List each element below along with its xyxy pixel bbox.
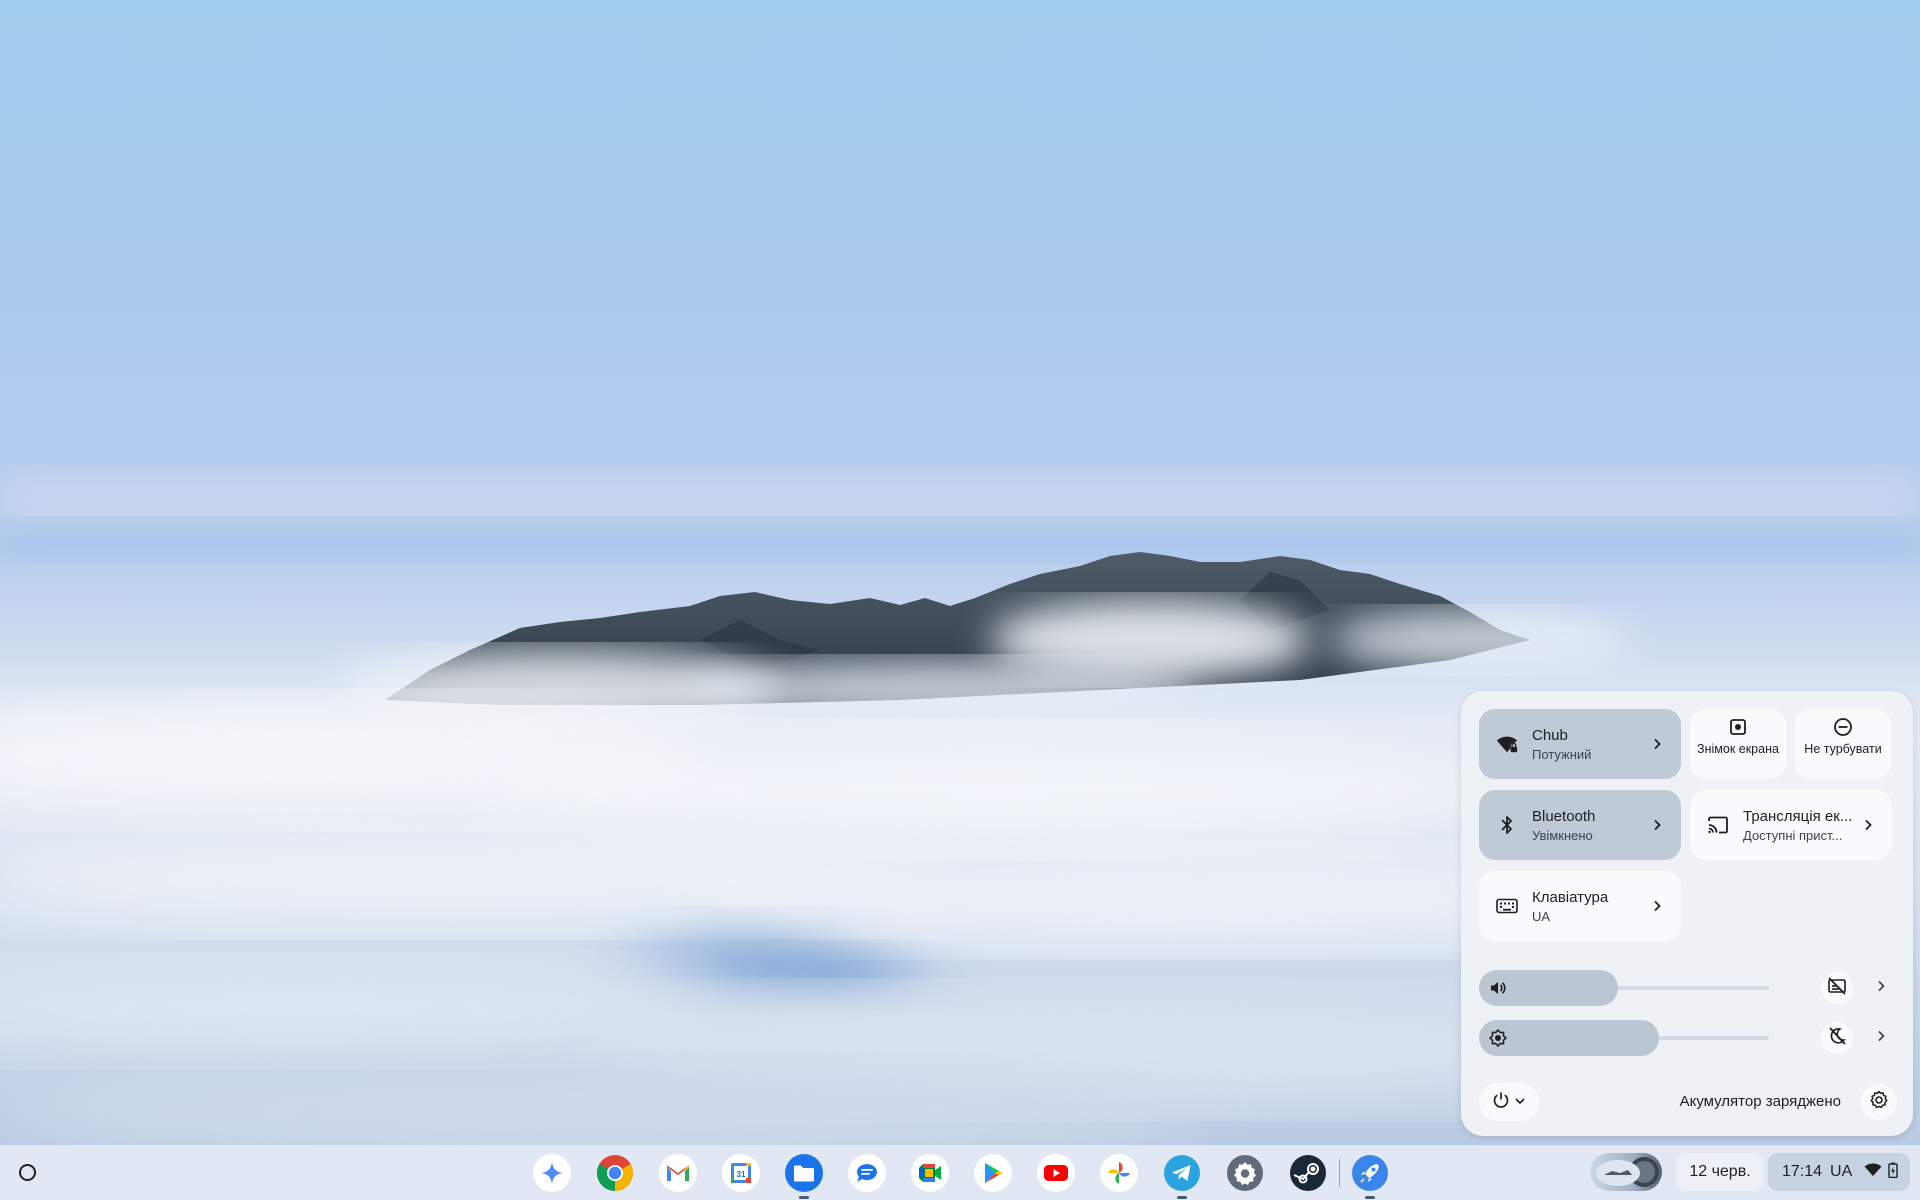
network-tile[interactable]: Chub Потужний xyxy=(1479,709,1681,779)
app-gemini[interactable] xyxy=(532,1153,572,1193)
chevron-right-icon xyxy=(1647,734,1667,754)
app-meet[interactable] xyxy=(910,1153,950,1193)
clock-label: 17:14 xyxy=(1782,1163,1823,1180)
night-light-toggle[interactable] xyxy=(1821,1022,1853,1054)
volume-icon xyxy=(1488,978,1508,998)
chrome-icon xyxy=(596,1155,634,1191)
wifi-lock-icon xyxy=(1495,732,1519,756)
gmail-icon xyxy=(659,1154,697,1192)
cast-icon xyxy=(1706,813,1730,837)
screenshot-tile[interactable]: Знімок екрана xyxy=(1690,709,1786,779)
messages-icon xyxy=(848,1154,886,1192)
volume-fill xyxy=(1479,970,1618,1006)
keyboard-icon xyxy=(1495,894,1519,918)
do-not-disturb-tile[interactable]: Не турбувати xyxy=(1795,709,1891,779)
photos-icon xyxy=(1100,1154,1138,1192)
brightness-fill xyxy=(1479,1020,1659,1056)
audio-settings-button[interactable] xyxy=(1869,976,1893,1000)
shelf: 31 12 черв. 17:14 UA xyxy=(0,1145,1920,1200)
app-chrome[interactable] xyxy=(595,1153,635,1193)
bluetooth-icon xyxy=(1495,813,1519,837)
chevron-right-icon xyxy=(1647,896,1667,916)
screen-capture-icon xyxy=(1728,717,1748,737)
files-icon xyxy=(785,1154,823,1192)
gemini-icon xyxy=(533,1154,571,1192)
running-indicator xyxy=(799,1196,809,1199)
display-settings-button[interactable] xyxy=(1869,1026,1893,1050)
app-telegram[interactable] xyxy=(1162,1153,1202,1199)
holding-space-preview xyxy=(1596,1157,1659,1187)
power-menu-button[interactable] xyxy=(1479,1083,1539,1121)
cast-tile[interactable]: Трансляція ек... Доступні прист... xyxy=(1690,790,1892,860)
night-light-off-icon xyxy=(1827,1026,1847,1051)
rocket-icon xyxy=(1352,1155,1388,1191)
app-calendar[interactable]: 31 xyxy=(721,1153,761,1193)
captions-toggle[interactable] xyxy=(1821,972,1853,1004)
date-button[interactable]: 12 черв. xyxy=(1676,1153,1764,1191)
keyboard-name: Клавіатура xyxy=(1532,889,1609,906)
bluetooth-status: Увімкнено xyxy=(1532,828,1593,843)
bluetooth-tile[interactable]: Bluetooth Увімкнено xyxy=(1479,790,1681,860)
chevron-down-icon xyxy=(1514,1093,1526,1111)
battery-icon xyxy=(1888,1162,1898,1183)
calendar-day-label: 31 xyxy=(737,1170,746,1179)
youtube-icon xyxy=(1037,1154,1075,1192)
calendar-icon: 31 xyxy=(722,1154,760,1192)
app-files[interactable] xyxy=(784,1153,824,1199)
status-area-button[interactable]: 17:14 UA xyxy=(1768,1153,1910,1191)
bluetooth-name: Bluetooth xyxy=(1532,808,1596,825)
cast-name: Трансляція ек... xyxy=(1743,808,1853,825)
battery-status: Акумулятор заряджено xyxy=(1679,1093,1841,1110)
brightness-slider[interactable] xyxy=(1479,1020,1769,1056)
wifi-icon xyxy=(1864,1163,1882,1182)
volume-slider[interactable] xyxy=(1479,970,1769,1006)
app-settings[interactable] xyxy=(1225,1153,1265,1193)
dnd-label: Не турбувати xyxy=(1804,742,1882,756)
app-steam[interactable] xyxy=(1288,1153,1328,1193)
date-label: 12 черв. xyxy=(1689,1163,1751,1180)
quick-settings-panel: Chub Потужний Знімок екрана Не турбувати xyxy=(1461,691,1913,1136)
brightness-row xyxy=(1479,1020,1899,1056)
keyboard-layout: UA xyxy=(1532,909,1551,924)
play-store-icon xyxy=(974,1154,1012,1192)
app-rocket[interactable] xyxy=(1350,1153,1390,1199)
settings-app-icon xyxy=(1227,1155,1263,1191)
launcher-icon xyxy=(18,1163,36,1181)
chevron-right-icon xyxy=(1647,815,1667,835)
app-photos[interactable] xyxy=(1099,1153,1139,1193)
launcher-button[interactable] xyxy=(14,1159,40,1185)
input-method-label: UA xyxy=(1830,1163,1853,1180)
screenshot-label: Знімок екрана xyxy=(1697,742,1779,756)
shelf-separator xyxy=(1339,1159,1340,1187)
power-icon xyxy=(1492,1091,1510,1114)
brightness-icon xyxy=(1488,1028,1508,1048)
running-indicator xyxy=(1365,1196,1375,1199)
telegram-icon xyxy=(1164,1155,1200,1191)
do-not-disturb-icon xyxy=(1833,717,1853,737)
app-play-store[interactable] xyxy=(973,1153,1013,1193)
chevron-right-icon xyxy=(1858,815,1878,835)
chevron-right-icon xyxy=(1876,979,1886,997)
network-name: Chub xyxy=(1532,727,1568,744)
keyboard-tile[interactable]: Клавіатура UA xyxy=(1479,871,1681,941)
captions-off-icon xyxy=(1827,976,1847,1000)
gear-icon xyxy=(1869,1090,1889,1115)
chevron-right-icon xyxy=(1876,1029,1886,1047)
app-messages[interactable] xyxy=(847,1153,887,1193)
running-indicator xyxy=(1177,1196,1187,1199)
holding-space-thumbnail[interactable] xyxy=(1590,1153,1662,1191)
meet-icon xyxy=(911,1154,949,1192)
cast-status: Доступні прист... xyxy=(1743,828,1843,843)
settings-button[interactable] xyxy=(1861,1084,1897,1120)
steam-icon xyxy=(1290,1155,1326,1191)
pinned-apps: 31 xyxy=(532,1153,1413,1199)
network-status: Потужний xyxy=(1532,747,1592,762)
app-youtube[interactable] xyxy=(1036,1153,1076,1193)
volume-row xyxy=(1479,970,1899,1006)
app-gmail[interactable] xyxy=(658,1153,698,1193)
